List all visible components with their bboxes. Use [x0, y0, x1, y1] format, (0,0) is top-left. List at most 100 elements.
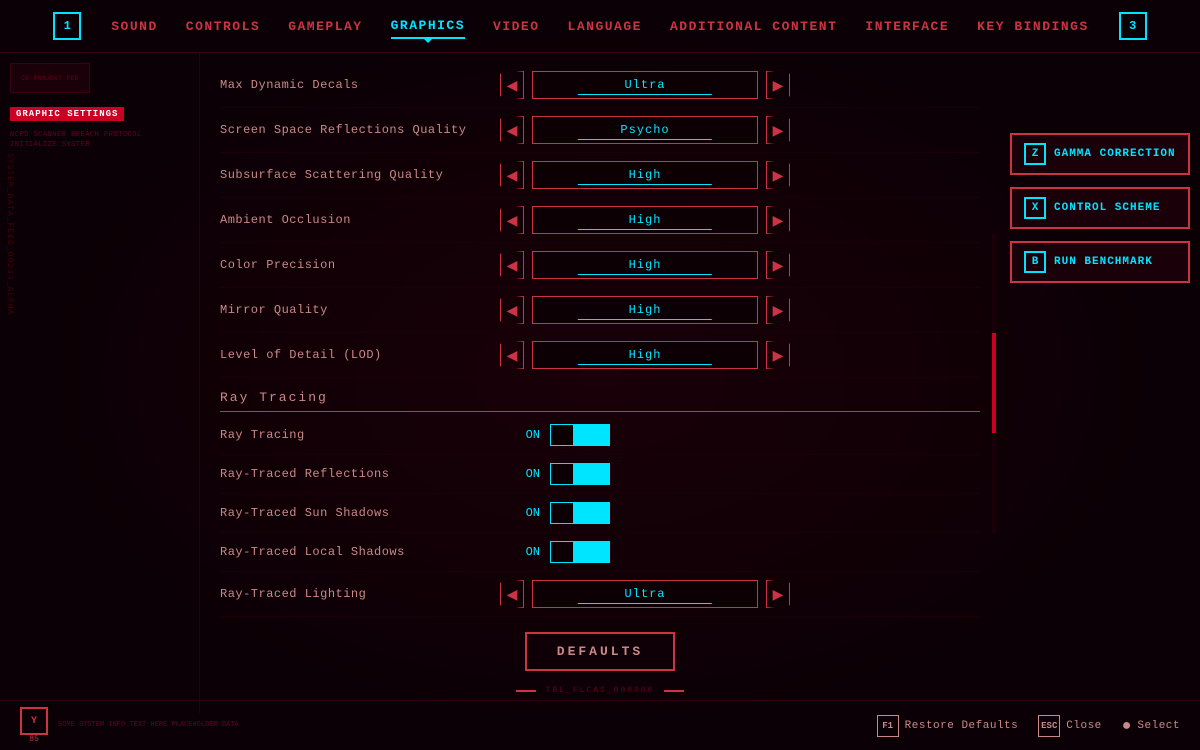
setting-control: ◀ High ▶ [500, 206, 790, 234]
bottom-bar: Y 85 SOME SYSTEM INFO TEXT HERE PLACEHOL… [0, 700, 1200, 750]
arrow-left-btn[interactable]: ◀ [500, 341, 524, 369]
nav-item-video[interactable]: VIDEO [493, 15, 540, 38]
toggle-switch[interactable] [550, 463, 610, 485]
defaults-container: DEFAULTS [220, 617, 980, 686]
toggle-value: ON [500, 545, 540, 559]
nav-items: SOUND CONTROLS GAMEPLAY GRAPHICS VIDEO L… [111, 14, 1089, 39]
arrow-left-btn[interactable]: ◀ [500, 580, 524, 608]
controller-icon: ● [1122, 717, 1132, 735]
toggle-value: ON [500, 506, 540, 520]
defaults-button[interactable]: DEFAULTS [525, 632, 675, 671]
nav-item-controls[interactable]: CONTROLS [186, 15, 260, 38]
setting-value: High [532, 161, 758, 189]
setting-row-mirror-quality: Mirror Quality ◀ High ▶ [220, 288, 980, 333]
toggle-fill [573, 464, 609, 484]
gamma-correction-btn[interactable]: Z GAMMA CORRECTION [1010, 133, 1190, 175]
setting-label: Subsurface Scattering Quality [220, 168, 500, 182]
arrow-left-btn[interactable]: ◀ [500, 251, 524, 279]
nav-left-btn[interactable]: 1 [53, 12, 81, 40]
toggle-switch[interactable] [550, 424, 610, 446]
ray-tracing-header: Ray Tracing [220, 378, 980, 412]
nav-item-language[interactable]: LANGUAGE [568, 15, 642, 38]
nav-bar: 1 SOUND CONTROLS GAMEPLAY GRAPHICS VIDEO… [0, 0, 1200, 53]
restore-defaults-action[interactable]: F1 Restore Defaults [877, 715, 1019, 737]
toggle-label: Ray-Traced Reflections [220, 467, 500, 481]
gamma-key: Z [1024, 143, 1046, 165]
nav-item-gameplay[interactable]: GAMEPLAY [288, 15, 362, 38]
arrow-left-btn[interactable]: ◀ [500, 71, 524, 99]
nav-item-graphics[interactable]: GRAPHICS [391, 14, 465, 39]
toggle-switch[interactable] [550, 541, 610, 563]
setting-row-color-precision: Color Precision ◀ High ▶ [220, 243, 980, 288]
setting-control: ◀ High ▶ [500, 296, 790, 324]
run-benchmark-btn[interactable]: B RUN BENCHMARK [1010, 241, 1190, 283]
arrow-right-btn[interactable]: ▶ [766, 206, 790, 234]
setting-row-lod: Level of Detail (LOD) ◀ High ▶ [220, 333, 980, 378]
arrow-right-btn[interactable]: ▶ [766, 580, 790, 608]
scrollbar[interactable] [992, 233, 996, 533]
nav-item-additional[interactable]: ADDITIONAL CONTENT [670, 15, 837, 38]
status-line-right [664, 690, 684, 692]
setting-control: ◀ High ▶ [500, 341, 790, 369]
setting-value: High [532, 296, 758, 324]
setting-label: Level of Detail (LOD) [220, 348, 500, 362]
toggle-fill [573, 542, 609, 562]
setting-value: High [532, 251, 758, 279]
arrow-left-btn[interactable]: ◀ [500, 161, 524, 189]
setting-label: Screen Space Reflections Quality [220, 123, 500, 137]
toggle-label: Ray-Traced Local Shadows [220, 545, 500, 559]
toggle-switch[interactable] [550, 502, 610, 524]
close-label: Close [1066, 720, 1102, 732]
settings-list: Max Dynamic Decals ◀ Ultra ▶ Screen Spac… [220, 63, 980, 617]
setting-label: Ambient Occlusion [220, 213, 500, 227]
setting-value: High [532, 206, 758, 234]
toggle-label: Ray Tracing [220, 428, 500, 442]
select-label: Select [1137, 720, 1180, 732]
main-content: CD PROJEKT RED GRAPHIC SETTINGS NCPD SCA… [0, 53, 1200, 713]
benchmark-label: RUN BENCHMARK [1054, 256, 1153, 268]
toggle-row-ray-reflections: Ray-Traced Reflections ON [220, 455, 980, 494]
sidebar-info-text: NCPD SCANNER BREACH PROTOCOL INITIALIZE … [10, 131, 189, 151]
arrow-right-btn[interactable]: ▶ [766, 161, 790, 189]
setting-value: Psycho [532, 116, 758, 144]
arrow-right-btn[interactable]: ▶ [766, 71, 790, 99]
control-key: X [1024, 197, 1046, 219]
arrow-left-btn[interactable]: ◀ [500, 296, 524, 324]
select-action[interactable]: ● Select [1122, 717, 1180, 735]
arrow-left-btn[interactable]: ◀ [500, 116, 524, 144]
nav-right-btn[interactable]: 3 [1119, 12, 1147, 40]
scrollbar-thumb [992, 333, 996, 433]
setting-control: ◀ High ▶ [500, 161, 790, 189]
arrow-right-btn[interactable]: ▶ [766, 296, 790, 324]
setting-row-subsurface: Subsurface Scattering Quality ◀ High ▶ [220, 153, 980, 198]
setting-row-ray-lighting: Ray-Traced Lighting ◀ Ultra ▶ [220, 572, 980, 617]
bottom-left: Y 85 SOME SYSTEM INFO TEXT HERE PLACEHOL… [20, 707, 239, 744]
corner-decoration: SYSTEM_DATA_FEED_00234_ALPHA [5, 153, 14, 315]
bottom-corner-sub: 85 [29, 735, 39, 744]
toggle-row-ray-tracing: Ray Tracing ON [220, 416, 980, 455]
right-sidebar: Z GAMMA CORRECTION X CONTROL SCHEME B RU… [1000, 53, 1200, 713]
nav-item-sound[interactable]: SOUND [111, 15, 158, 38]
nav-item-interface[interactable]: INTERFACE [865, 15, 949, 38]
setting-control: ◀ Ultra ▶ [500, 580, 790, 608]
sidebar-logo: CD PROJEKT RED [10, 63, 90, 93]
arrow-right-btn[interactable]: ▶ [766, 251, 790, 279]
setting-label: Color Precision [220, 258, 500, 272]
toggle-fill [573, 503, 609, 523]
toggle-row-ray-local-shadows: Ray-Traced Local Shadows ON [220, 533, 980, 572]
f1-key: F1 [877, 715, 899, 737]
toggle-value: ON [500, 428, 540, 442]
benchmark-key: B [1024, 251, 1046, 273]
setting-value: Ultra [532, 580, 758, 608]
arrow-right-btn[interactable]: ▶ [766, 341, 790, 369]
close-action[interactable]: ESC Close [1038, 715, 1102, 737]
status-line-left [516, 690, 536, 692]
status-text: TBL_FLCAS_000000 [546, 686, 655, 695]
arrow-left-btn[interactable]: ◀ [500, 206, 524, 234]
restore-defaults-label: Restore Defaults [905, 720, 1019, 732]
control-scheme-btn[interactable]: X CONTROL SCHEME [1010, 187, 1190, 229]
nav-item-keybindings[interactable]: KEY BINDINGS [977, 15, 1089, 38]
toggle-value: ON [500, 467, 540, 481]
arrow-right-btn[interactable]: ▶ [766, 116, 790, 144]
esc-key: ESC [1038, 715, 1060, 737]
